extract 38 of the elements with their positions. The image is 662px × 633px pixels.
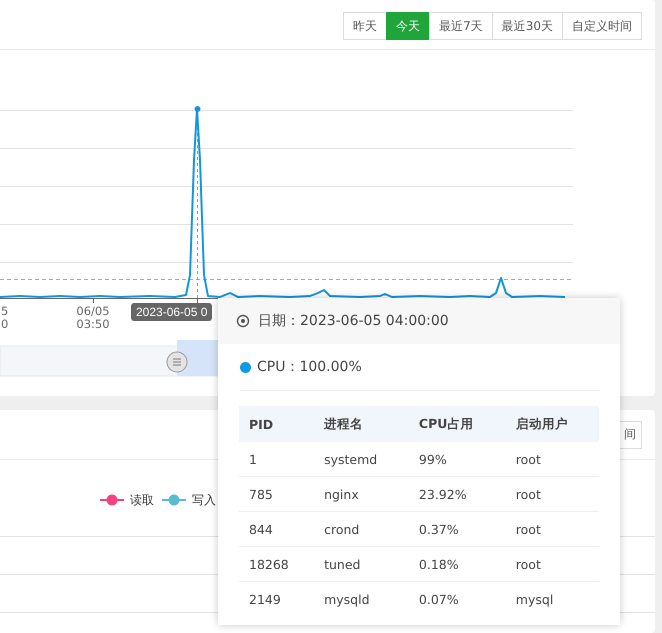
data-point bbox=[194, 106, 200, 112]
zoom-handle[interactable] bbox=[166, 352, 188, 372]
axis-label: 06/05 03:50 bbox=[76, 305, 110, 331]
axis-label: 5 0 bbox=[1, 305, 8, 331]
series-value: CPU：100.00% bbox=[257, 358, 362, 376]
table-cell: 2149 bbox=[239, 582, 314, 616]
pointer-label: 2023-06-05 0 bbox=[131, 303, 212, 321]
range-button[interactable]: 最近30天 bbox=[492, 12, 563, 40]
table-cell: 0.18% bbox=[408, 546, 506, 582]
column-header: 进程名 bbox=[314, 406, 409, 442]
range-button[interactable]: 自定义时间 bbox=[562, 12, 642, 40]
table-cell: 99% bbox=[408, 442, 506, 476]
table-cell: tuned bbox=[314, 546, 409, 582]
column-header: CPU占用 bbox=[408, 406, 506, 442]
table-cell: 785 bbox=[239, 476, 314, 512]
table-cell: mysql bbox=[506, 582, 599, 616]
table-cell: 0.37% bbox=[408, 512, 506, 546]
table-cell: systemd bbox=[314, 442, 409, 476]
table-cell: root bbox=[506, 512, 599, 546]
table-cell: 844 bbox=[239, 512, 314, 546]
tooltip-date: 日期：2023-06-05 04:00:00 bbox=[258, 312, 449, 330]
table-cell: 0.07% bbox=[408, 582, 506, 616]
range-button[interactable]: 最近7天 bbox=[429, 12, 493, 40]
table-cell: nginx bbox=[314, 476, 409, 512]
range-button[interactable]: 昨天 bbox=[343, 12, 388, 40]
column-header: PID bbox=[239, 406, 314, 442]
legend-label[interactable]: 写入 bbox=[192, 492, 216, 508]
legend-label[interactable]: 读取 bbox=[130, 492, 154, 508]
column-header: 启动用户 bbox=[506, 406, 599, 442]
table-cell: 18268 bbox=[239, 546, 314, 582]
table-cell: mysqld bbox=[314, 582, 409, 616]
table-cell: root bbox=[506, 476, 599, 512]
target-icon bbox=[236, 314, 250, 328]
table-cell: root bbox=[506, 442, 599, 476]
table-cell: 1 bbox=[239, 442, 314, 476]
table-cell: root bbox=[506, 546, 599, 582]
table-cell: 23.92% bbox=[408, 476, 506, 512]
table-cell: crond bbox=[314, 512, 409, 546]
